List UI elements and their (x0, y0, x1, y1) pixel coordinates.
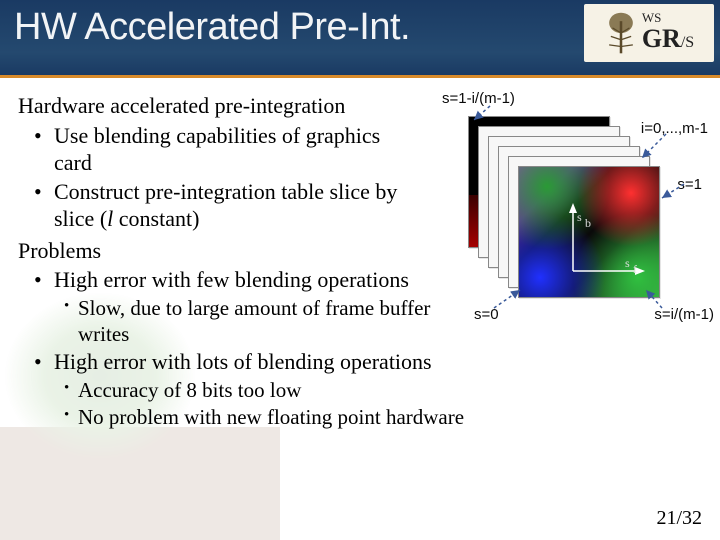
bullet-item: High error with lots of blending operati… (54, 348, 702, 430)
logo-text: WS GR/S (642, 12, 694, 54)
logo-badge: WS GR/S (584, 4, 714, 62)
bullet-item: High error with few blending operations … (54, 266, 434, 347)
figure-label: s=0 (474, 306, 499, 323)
figure-label: s=1 (677, 176, 702, 193)
page-number: 21/32 (656, 507, 702, 530)
sub-bullet-item: No problem with new floating point hardw… (78, 404, 702, 430)
sub-bullet-item: Accuracy of 8 bits too low (78, 377, 702, 403)
svg-text:f: f (633, 262, 637, 276)
bullet-text: High error with few blending operations (54, 267, 409, 292)
bullet-text: Accuracy of 8 bits too low (78, 378, 301, 402)
figure-label: s=i/(m-1) (654, 306, 714, 323)
bullet-text: High error with lots of blending operati… (54, 349, 432, 374)
bullet-text: Use blending capabilities of graphics ca… (54, 123, 380, 176)
bullet-text: Construct pre-integration table slice by… (54, 179, 397, 232)
slide-title: HW Accelerated Pre-Int. (14, 6, 410, 49)
slice-stack: s b s f (468, 116, 658, 286)
figure-label: s=1-i/(m-1) (442, 90, 515, 107)
slice-front: s b s f (518, 166, 660, 298)
svg-text:b: b (585, 216, 591, 230)
axes-icon: s b s f (565, 203, 651, 283)
bullet-item: Use blending capabilities of graphics ca… (54, 122, 414, 177)
svg-text:s: s (577, 210, 582, 224)
tree-icon (604, 11, 638, 55)
slide: HW Accelerated Pre-Int. WS GR/S Hardware… (0, 0, 720, 540)
figure-label: i=0,...,m-1 (641, 120, 708, 137)
bullet-text: No problem with new floating point hardw… (78, 405, 464, 429)
slide-header: HW Accelerated Pre-Int. WS GR/S (0, 0, 720, 78)
svg-text:s: s (625, 256, 630, 270)
sub-bullet-item: Slow, due to large amount of frame buffe… (78, 295, 434, 348)
figure-preintegration-stack: s b s f s=1-i/(m-1) i=0,...,m-1 s=1 s=0 … (446, 90, 706, 320)
bullet-item: Construct pre-integration table slice by… (54, 178, 434, 233)
bullet-text: Slow, due to large amount of frame buffe… (78, 296, 430, 346)
